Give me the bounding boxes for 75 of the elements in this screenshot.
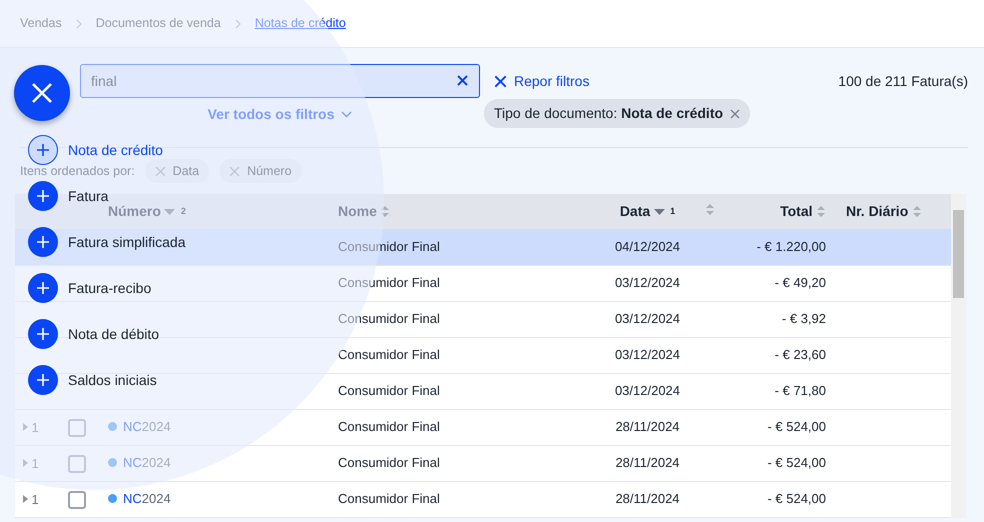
expand-toggle[interactable]: 1 (23, 490, 39, 510)
customer-name: Consumidor Final (338, 275, 440, 290)
remove-sort-icon (154, 166, 166, 176)
breadcrumb-link[interactable]: Documentos de venda (96, 14, 221, 33)
menu-item[interactable]: Saldos iniciais (28, 365, 186, 395)
expand-toggle[interactable]: 1 (23, 418, 39, 438)
expand-arrow-icon (23, 423, 28, 432)
sort-order: 2 (180, 204, 186, 218)
sort-order: 1 (670, 204, 676, 218)
result-count: 100 de 211 Fatura(s) (838, 72, 968, 91)
search-field[interactable]: final (80, 64, 480, 98)
close-icon (31, 82, 53, 104)
sort-chip[interactable]: Número (219, 158, 302, 184)
date-cell: 03/12/2024 (614, 383, 680, 398)
total-amount: - € 71,80 (774, 383, 826, 398)
breadcrumb-link[interactable]: Notas de crédito (254, 14, 346, 33)
sort-desc-icon (654, 208, 665, 214)
customer-name: Consumidor Final (338, 455, 440, 470)
close-button[interactable] (14, 65, 70, 121)
plus-icon (28, 135, 58, 165)
customer-name: Consumidor Final (338, 347, 440, 362)
date-cell: 28/11/2024 (615, 491, 680, 506)
date-cell: 28/11/2024 (615, 455, 680, 470)
date-cell: 28/11/2024 (615, 419, 680, 434)
remove-sort-icon (229, 166, 240, 176)
breadcrumb-link[interactable]: Vendas (20, 14, 62, 33)
status-dot (108, 494, 117, 504)
clear-search-icon[interactable] (457, 75, 468, 86)
row-checkbox[interactable] (68, 490, 86, 509)
expand-arrow-icon (23, 495, 28, 504)
reset-filters-link[interactable]: Repor filtros (494, 71, 750, 92)
sort-desc-icon (164, 208, 176, 214)
sort-label: Itens ordenados por: (20, 162, 135, 180)
document-number-link[interactable]: NC2024 (123, 491, 171, 506)
menu-item[interactable]: Fatura simplificada (28, 227, 186, 257)
document-number-link[interactable]: NC2024 (123, 455, 171, 470)
expand-toggle[interactable]: 1 (23, 454, 39, 474)
sort-icon (816, 205, 826, 218)
scrollbar[interactable] (951, 194, 966, 518)
total-amount: - € 3,92 (782, 311, 826, 326)
customer-name: Consumidor Final (338, 311, 440, 326)
menu-item[interactable]: Nota de débito (28, 319, 186, 349)
plus-icon (28, 181, 58, 211)
customer-name: Consumidor Final (338, 383, 440, 398)
sort-icon (912, 205, 922, 218)
status-dot (108, 458, 117, 468)
customer-name: Consumidor Final (338, 419, 440, 434)
chevron-right-icon (76, 18, 82, 28)
total-amount: - € 524,00 (767, 491, 826, 506)
total-amount: - € 23,60 (774, 347, 826, 362)
total-amount: - € 1.220,00 (756, 239, 826, 254)
date-cell: 03/12/2024 (614, 275, 680, 290)
row-checkbox[interactable] (68, 454, 86, 473)
menu-item[interactable]: Fatura-recibo (28, 273, 186, 303)
close-icon (494, 75, 507, 88)
column-header[interactable]: Nome (338, 201, 390, 222)
sort-chip[interactable]: Data (144, 158, 210, 184)
customer-name: Consumidor Final (338, 491, 440, 506)
date-cell: 03/12/2024 (614, 311, 680, 326)
status-dot (108, 422, 117, 432)
chevron-right-icon (234, 18, 241, 28)
remove-filter-icon[interactable] (730, 108, 740, 118)
row-checkbox[interactable] (68, 418, 86, 437)
filter-chip-label: Tipo de documento: Nota de crédito (494, 104, 724, 123)
total-amount: - € 524,00 (767, 455, 826, 470)
customer-name: Consumidor Final (338, 239, 440, 254)
document-number-link[interactable]: NC2024 (123, 419, 171, 434)
sort-icon (380, 205, 390, 218)
date-cell: 04/12/2024 (614, 239, 680, 254)
expand-arrow-icon (23, 459, 28, 468)
chevron-down-icon (341, 111, 352, 118)
date-cell: 03/12/2024 (614, 347, 680, 362)
total-amount: - € 524,00 (767, 419, 826, 434)
all-filters-toggle[interactable]: Ver todos os filtros (80, 98, 480, 131)
total-amount: - € 49,20 (774, 275, 826, 290)
